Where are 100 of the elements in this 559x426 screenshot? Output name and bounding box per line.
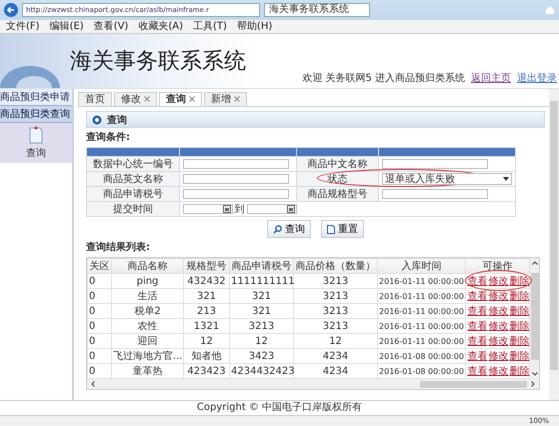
table-cell: 3423 [230,348,294,364]
table-cell: 0 [88,304,112,318]
reset-button[interactable]: 重置 [321,220,364,238]
input-field[interactable] [182,189,289,199]
row-action-link[interactable]: 查看 [468,321,488,332]
row-action-link[interactable]: 查看 [468,336,488,347]
table-cell: 生活 [112,288,184,304]
menu-item[interactable]: 工具(T) [193,20,227,33]
row-action-link[interactable]: 修改 [488,351,508,362]
caret-icon [502,177,509,181]
row-action-link[interactable]: 修改 [488,366,508,377]
table-cell: 2016-01-11 00:00:00 [378,334,466,348]
calendar-icon [222,205,231,213]
horizontal-scrollbar[interactable] [87,379,539,389]
tab[interactable]: 修改 [114,92,157,106]
input-field[interactable] [182,174,289,184]
search-button[interactable]: 查询 [267,220,311,238]
row-action-link[interactable]: 删除 [510,321,530,332]
row-action-link[interactable]: 修改 [488,291,508,302]
status-select[interactable]: 退单或入库失败 [382,173,512,185]
table-cell: 飞过海地方官... [112,348,184,364]
table-cell: 213 [184,304,230,318]
table-cell: 2016-01-11 00:00:00 [378,304,466,318]
sidebar-tool[interactable]: 查询 [0,123,72,163]
row-action-link[interactable]: 删除 [510,336,530,347]
table-cell: 3213 [294,288,378,304]
table-cell: 3213 [230,318,294,334]
table-cell: 2016-01-11 00:00:00 [378,288,466,304]
row-action-link[interactable]: 删除 [510,366,530,377]
column-header: 规格型号 [184,258,230,274]
row-action-link[interactable]: 删除 [510,306,530,317]
table-cell: 321 [230,304,294,318]
row-action-link[interactable]: 查看 [468,366,488,377]
close-icon[interactable] [234,96,240,102]
table-cell: 12 [294,334,378,348]
table-cell: 知者他 [184,348,230,364]
header-link[interactable]: 返回主页 [471,71,511,85]
row-action-link[interactable]: 查看 [468,306,488,317]
field-label: 商品英文名称 [86,172,180,186]
row-action-link[interactable]: 查看 [468,351,488,362]
close-icon[interactable] [189,96,195,102]
page-scrollbar[interactable] [549,89,559,400]
column-header: 入库时间 [378,258,466,274]
column-header: 商品申请税号 [230,258,294,274]
banner-swirl-drawing [0,64,60,88]
menu-item[interactable]: 文件(F) [6,20,40,33]
column-header: 商品价格（数量） [294,258,378,274]
sidebar-item[interactable]: 商品预归类查询 [0,106,72,123]
table-cell: 2016-01-08 00:00:00 [378,348,466,364]
row-action-link[interactable]: 修改 [488,276,508,287]
date-field[interactable] [246,204,297,214]
table-cell: 0 [88,274,112,288]
table-cell: 1111111111 [230,274,294,288]
row-action-link[interactable]: 修改 [488,321,508,332]
table-cell: 农性 [112,318,184,334]
row-action-link[interactable]: 修改 [488,336,508,347]
table-cell: 12 [230,334,294,348]
tab[interactable]: 首页 [78,92,112,106]
section-title: 查询结果列表: [86,241,151,254]
table-cell: 3213 [294,318,378,334]
menu-item[interactable]: 帮助(H) [236,20,272,33]
table-cell: 0 [88,288,112,304]
field-label: 商品申请税号 [86,186,180,202]
vertical-scrollbar[interactable] [530,258,539,379]
back-button[interactable] [4,3,18,17]
sidebar-item[interactable]: 商品预归类申请 [0,89,72,106]
menu-item[interactable]: 编辑(E) [50,20,84,33]
table-cell: 432432 [184,274,230,288]
field-label: 商品规格型号 [296,186,378,202]
row-action-link[interactable]: 修改 [488,306,508,317]
input-field[interactable] [382,189,488,199]
row-action-link[interactable]: 删除 [510,351,530,362]
bullet-icon [92,114,102,124]
menu-item[interactable]: 收藏夹(A) [138,20,183,33]
table-cell: 2016-01-11 00:00:00 [378,318,466,334]
field-label: 商品中文名称 [296,156,378,172]
column-header: 商品名称 [112,258,184,274]
date-field[interactable] [182,204,233,214]
panel-title-bar: 查询 [86,111,545,128]
browser-tab[interactable]: 海关事务联系系统 [264,3,370,17]
field-label: 数据中心统一编号 [86,156,180,172]
table-cell: 0 [88,334,112,348]
close-icon[interactable] [144,96,150,102]
document-icon [327,224,335,234]
tab[interactable]: 查询 [159,92,202,106]
system-title: 海关事务联系系统 [70,48,246,76]
row-action-link[interactable]: 查看 [468,291,488,302]
table-cell: 税单2 [112,304,184,318]
welcome-text: 欢迎 关务联网5 进入商品预归类系统 [302,72,465,85]
input-field[interactable] [382,159,488,169]
row-action-link[interactable]: 查看 [468,276,488,287]
table-cell: 迎回 [112,334,184,348]
input-field[interactable] [182,159,289,169]
tab[interactable]: 新增 [204,92,247,106]
menu-item[interactable]: 查看(V) [94,20,128,33]
column-header: 可操作 [466,258,530,274]
table-cell: 2016-01-11 00:00:00 [378,274,466,288]
row-action-link[interactable]: 删除 [510,276,530,287]
row-action-link[interactable]: 删除 [510,291,530,302]
header-link[interactable]: 退出登录 [517,71,557,85]
